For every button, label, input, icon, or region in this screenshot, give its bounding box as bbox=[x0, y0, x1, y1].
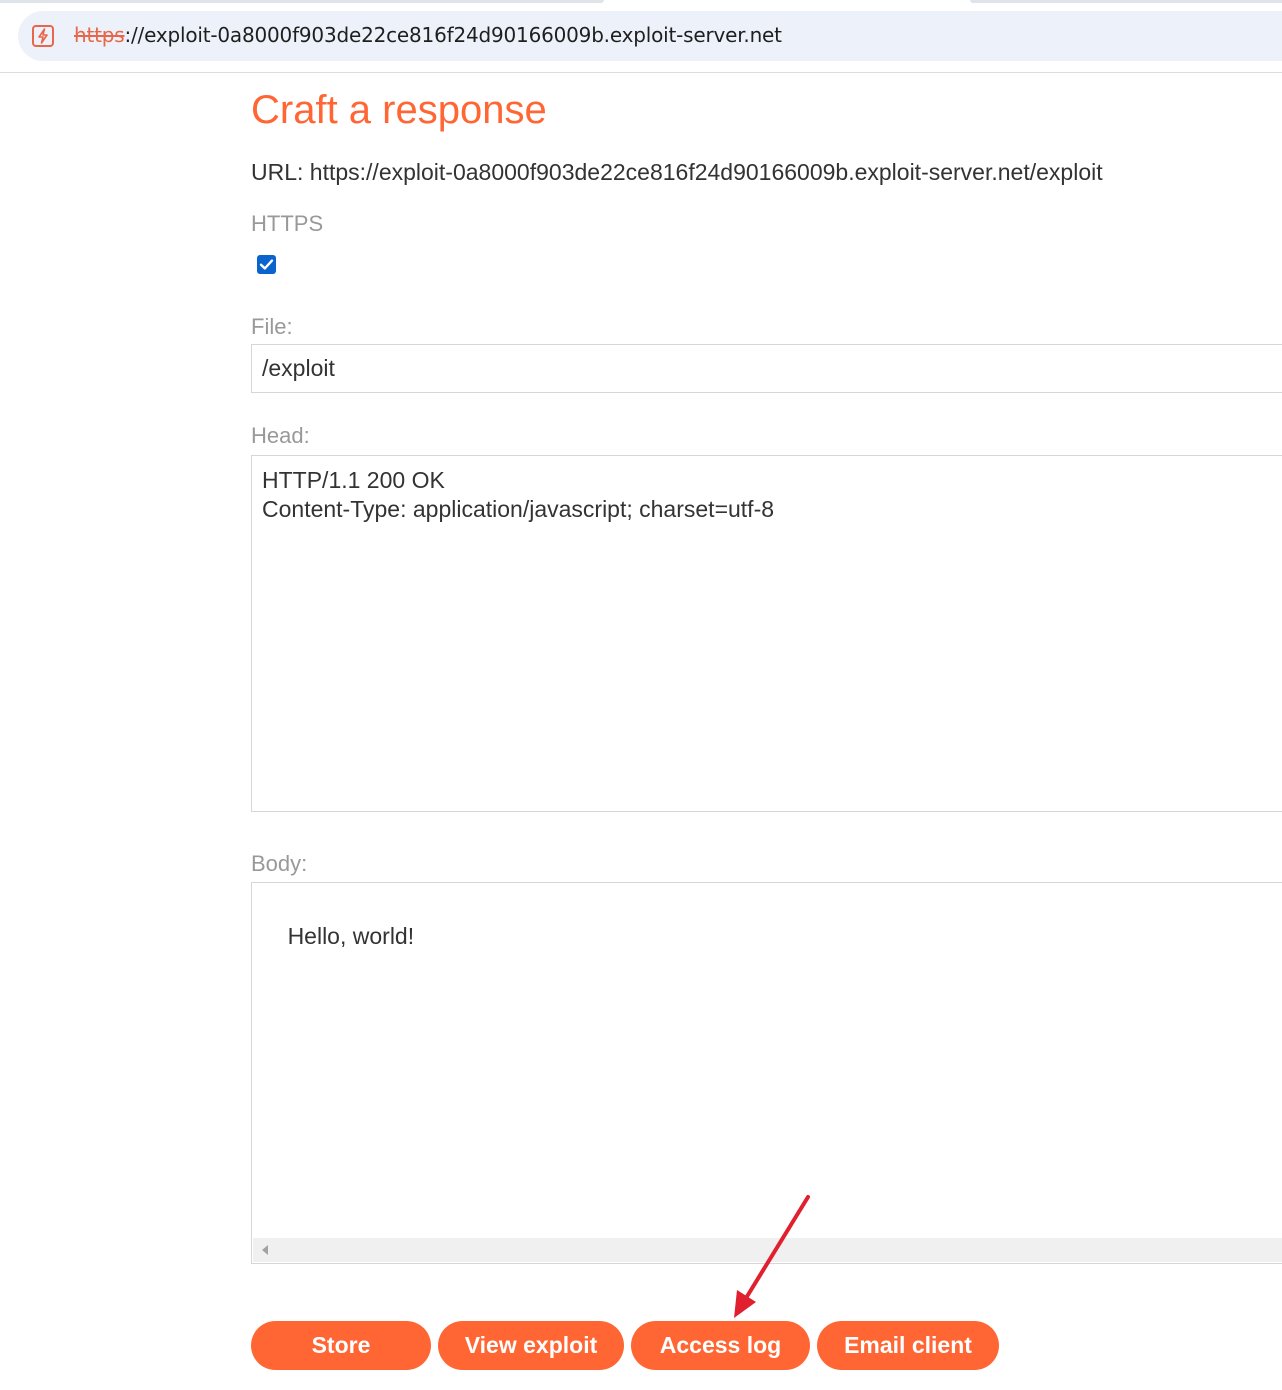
address-bar[interactable]: https://exploit-0a8000f903de22ce816f24d9… bbox=[18, 11, 1282, 61]
body-label: Body: bbox=[251, 851, 308, 876]
url-host: ://exploit-0a8000f903de22ce816f24d901660… bbox=[124, 23, 782, 47]
tab-strip-edge bbox=[970, 0, 1282, 3]
body-textarea[interactable]: Hello, world! bbox=[251, 882, 1282, 1264]
bolt-icon[interactable] bbox=[32, 25, 54, 47]
head-label: Head: bbox=[251, 423, 310, 448]
body-text: Hello, world! bbox=[287, 923, 415, 949]
scroll-left-icon[interactable] bbox=[262, 1245, 268, 1255]
store-button[interactable]: Store bbox=[251, 1321, 431, 1370]
email-client-button[interactable]: Email client bbox=[817, 1321, 999, 1370]
page-title: Craft a response bbox=[251, 88, 547, 132]
tab-strip-edge bbox=[0, 0, 604, 3]
arrow-head-icon bbox=[734, 1290, 756, 1318]
view-exploit-button[interactable]: View exploit bbox=[438, 1321, 624, 1370]
browser-toolbar: https://exploit-0a8000f903de22ce816f24d9… bbox=[0, 0, 1282, 73]
https-checkbox[interactable] bbox=[257, 255, 276, 274]
access-log-button[interactable]: Access log bbox=[631, 1321, 810, 1370]
file-label: File: bbox=[251, 314, 293, 339]
address-url[interactable]: https://exploit-0a8000f903de22ce816f24d9… bbox=[74, 23, 782, 47]
exploit-url: URL: https://exploit-0a8000f903de22ce816… bbox=[251, 159, 1103, 185]
checkmark-icon bbox=[259, 259, 274, 270]
https-label: HTTPS bbox=[251, 211, 324, 236]
url-scheme: https bbox=[74, 23, 125, 47]
head-textarea[interactable]: HTTP/1.1 200 OK Content-Type: applicatio… bbox=[251, 455, 1282, 812]
horizontal-scrollbar[interactable] bbox=[253, 1238, 1282, 1262]
file-input[interactable]: /exploit bbox=[251, 344, 1282, 393]
